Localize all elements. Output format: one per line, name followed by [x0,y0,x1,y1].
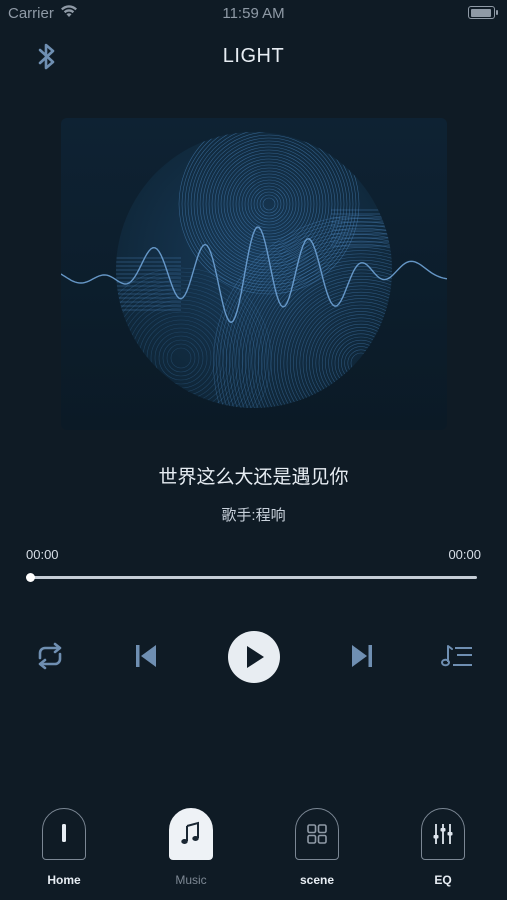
next-button[interactable] [346,638,378,674]
tab-home[interactable]: Home [24,808,104,890]
tab-scene[interactable]: scene [277,808,357,890]
repeat-icon [38,642,62,670]
tab-home-label: Home [47,873,81,887]
play-icon [247,646,264,668]
total-time: 00:00 [448,547,481,562]
status-bar: Carrier 11:59 AM [0,0,507,28]
song-title: 世界这么大还是遇见你 [158,467,349,488]
progress-slider[interactable] [26,573,477,582]
playlist-icon [441,645,472,667]
tab-music-label: Music [175,873,207,887]
battery-icon [468,6,498,19]
artist-name: 歌手:程响 [221,507,286,524]
music-note-icon [181,821,199,844]
repeat-button[interactable] [30,638,70,674]
playlist-button[interactable] [438,640,476,672]
progress-thumb[interactable] [26,573,35,582]
current-time: 00:00 [26,547,59,562]
skip-next-icon [352,645,372,667]
bottom-tab-bar: Home Music scene EQ [0,800,507,900]
tab-eq[interactable]: EQ [403,808,483,890]
tab-scene-label: scene [299,873,335,887]
status-time: 11:59 AM [222,5,285,22]
tab-eq-label: EQ [434,873,452,887]
equalizer-icon [433,824,453,844]
play-button[interactable] [228,631,280,683]
tab-music[interactable]: Music [151,808,231,890]
previous-button[interactable] [130,638,162,674]
skip-previous-icon [136,645,156,667]
light-bar-icon [62,824,66,842]
page-title: LIGHT [222,45,285,67]
grid-icon [307,824,327,844]
album-artwork [61,118,447,430]
